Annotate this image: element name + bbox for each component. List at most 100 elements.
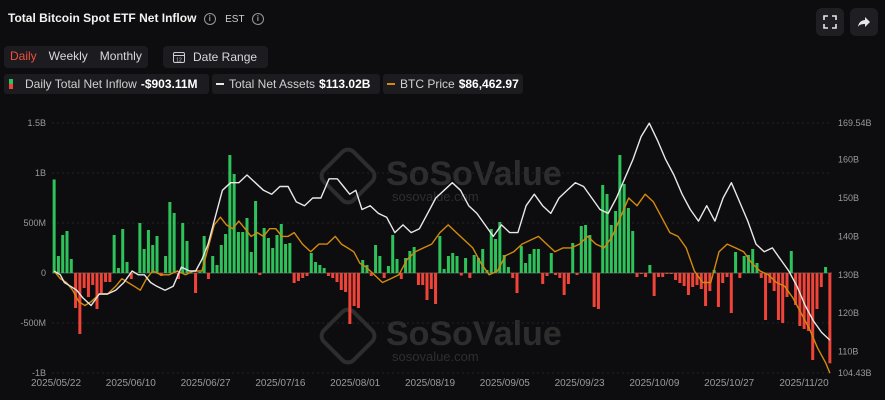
inflow-bar xyxy=(592,273,596,307)
inflow-bar xyxy=(421,273,425,285)
btc-price-line xyxy=(53,193,831,374)
inflow-bar xyxy=(305,273,309,276)
inflow-bar xyxy=(506,267,510,273)
inflow-bar xyxy=(236,232,240,273)
inflow-bar xyxy=(391,235,395,273)
inflow-bar xyxy=(176,273,180,279)
tab-daily[interactable]: Daily xyxy=(4,46,43,68)
grid xyxy=(52,122,832,374)
inflow-bar xyxy=(82,273,86,288)
inflow-bar xyxy=(566,273,570,284)
inflow-bar xyxy=(476,258,480,273)
date-range-label: Date Range xyxy=(193,50,258,64)
inflow-bar xyxy=(125,262,129,273)
inflow-bar xyxy=(65,231,69,273)
inflow-bar xyxy=(412,247,416,273)
inflow-bar xyxy=(352,273,356,306)
inflow-bar xyxy=(519,246,523,273)
legend-price-value: $86,462.97 xyxy=(458,77,519,91)
inflow-bar xyxy=(691,273,695,287)
inflow-bar xyxy=(751,249,755,273)
inflow-bar xyxy=(301,273,305,278)
date-range-button[interactable]: 12 Date Range xyxy=(163,46,268,68)
inflow-bar xyxy=(438,236,442,273)
y-left-tick-label: 1.5B xyxy=(27,118,46,128)
fullscreen-icon xyxy=(823,15,837,29)
inflow-bar xyxy=(776,273,780,320)
inflow-bar xyxy=(472,255,476,273)
inflow-bar xyxy=(695,273,699,285)
inflow-bar xyxy=(416,273,420,285)
inflow-bar xyxy=(151,245,155,273)
legend-inflow-value: -$903.11M xyxy=(140,77,198,91)
legend-inflow[interactable]: Daily Total Net Inflow -$903.11M xyxy=(4,74,209,94)
y-left-tick-label: 500M xyxy=(23,218,46,228)
x-tick-label: 2025/06/10 xyxy=(106,378,156,389)
inflow-bar xyxy=(644,273,648,277)
share-button[interactable] xyxy=(850,8,878,36)
inflow-bar xyxy=(168,202,172,273)
inflow-bar xyxy=(656,273,660,277)
lines xyxy=(53,122,831,374)
inflow-bar xyxy=(211,256,215,273)
inflow-bar xyxy=(129,273,133,279)
y-left-tick-label: -500M xyxy=(20,318,46,328)
inflow-bar xyxy=(464,258,468,273)
inflow-bar xyxy=(189,273,193,274)
inflow-bar xyxy=(91,273,95,285)
inflow-bar xyxy=(746,255,750,273)
inflow-bar xyxy=(781,273,785,323)
inflow-bar xyxy=(309,253,313,273)
inflow-bar xyxy=(95,273,99,309)
inflow-bar xyxy=(455,256,459,273)
fullscreen-button[interactable] xyxy=(816,8,844,36)
inflow-bar xyxy=(198,272,202,273)
inflow-bar xyxy=(369,273,373,276)
inflow-bar xyxy=(335,273,339,282)
inflow-bar xyxy=(266,238,270,273)
inflow-bar xyxy=(579,226,583,273)
tab-weekly[interactable]: Weekly xyxy=(43,46,94,68)
info-icon[interactable]: i xyxy=(203,12,216,25)
inflow-bar xyxy=(648,265,652,273)
inflow-bar xyxy=(116,268,120,273)
inflow-bar xyxy=(339,273,343,290)
inflow-bar xyxy=(356,273,360,308)
inflow-bar xyxy=(446,256,450,273)
legend-assets[interactable]: Total Net Assets $113.02B xyxy=(212,74,380,94)
inflow-bar xyxy=(138,223,142,273)
inflow-bar xyxy=(172,213,176,273)
inflow-bar xyxy=(502,255,506,273)
inflow-bar xyxy=(536,249,540,273)
inflow-bar xyxy=(74,273,78,308)
inflow-bar xyxy=(729,273,733,313)
inflow-bar xyxy=(661,273,665,277)
inflow-bar xyxy=(399,273,403,279)
x-tick-label: 2025/08/19 xyxy=(405,378,455,389)
inflow-bar xyxy=(275,235,279,273)
legend-price[interactable]: BTC Price $86,462.97 xyxy=(383,74,523,94)
inflow-bar xyxy=(716,273,720,307)
inflow-bar xyxy=(429,273,433,289)
inflow-bar xyxy=(596,273,600,309)
timezone-info-icon[interactable]: i xyxy=(251,12,264,25)
chart-title: Total Bitcoin Spot ETF Net Inflow xyxy=(8,11,197,25)
inflow-bar xyxy=(755,263,759,273)
inflow-bar xyxy=(344,273,348,292)
inflow-bar xyxy=(558,273,562,278)
x-tick-label: 2025/11/20 xyxy=(779,378,829,389)
inflow-bar xyxy=(549,253,553,273)
inflow-bar xyxy=(56,256,60,273)
inflow-bar xyxy=(541,273,545,284)
watermark-subtext: sosovalue.com xyxy=(392,349,479,364)
page-title: Total Bitcoin Spot ETF Net Inflow i EST … xyxy=(8,11,264,25)
inflow-bar xyxy=(361,260,365,273)
inflow-bar xyxy=(258,273,262,275)
y-right-tick-label: 130B xyxy=(838,270,859,280)
inflow-bar xyxy=(194,273,198,293)
inflow-bar xyxy=(584,225,588,273)
inflow-bar xyxy=(326,273,330,276)
inflow-bar xyxy=(622,184,626,273)
tab-monthly[interactable]: Monthly xyxy=(94,46,148,68)
inflow-bar xyxy=(532,249,536,273)
